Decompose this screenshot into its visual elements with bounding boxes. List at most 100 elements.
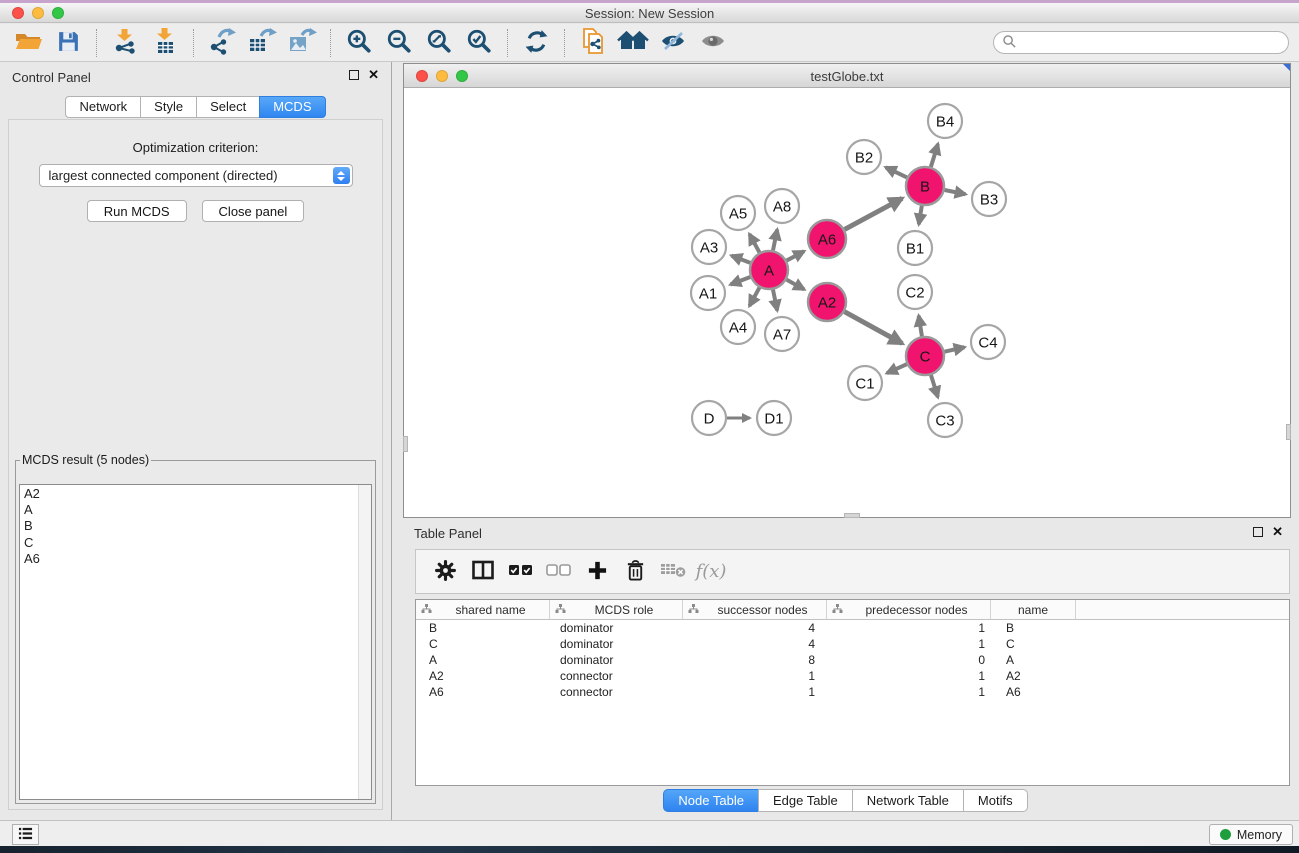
table-cell[interactable]: connector xyxy=(550,685,683,699)
graph-edge-B-B2[interactable] xyxy=(886,167,907,177)
graph-edge-A-A2[interactable] xyxy=(787,280,805,290)
table-row[interactable]: A6connector11A6 xyxy=(416,684,1289,700)
select-all-button[interactable] xyxy=(502,555,540,589)
graph-edge-A-A1[interactable] xyxy=(730,277,750,284)
scrollbar-track[interactable] xyxy=(358,485,371,799)
mcds-result-item[interactable]: A xyxy=(24,502,371,518)
table-cell[interactable]: 0 xyxy=(827,653,991,667)
table-row[interactable]: Bdominator41B xyxy=(416,620,1289,636)
mcds-result-item[interactable]: B xyxy=(24,518,371,534)
zoom-fit-button[interactable] xyxy=(419,27,459,59)
network-canvas[interactable]: AA6A2BCA5A8A3A1A4A7B2B4B3B1C2C4C1C3DD1 xyxy=(404,89,1290,517)
graph-edge-B-B3[interactable] xyxy=(945,190,966,194)
refresh-button[interactable] xyxy=(516,27,556,59)
import-network-button[interactable] xyxy=(105,27,145,59)
memory-button[interactable]: Memory xyxy=(1209,824,1293,845)
network-view-window[interactable]: testGlobe.txt AA6A2BCA5A8A3A1A4A7B2B4B3B… xyxy=(403,63,1291,518)
graph-edge-C-C2[interactable] xyxy=(919,316,922,337)
table-cell[interactable]: 4 xyxy=(683,621,827,635)
graph-edge-B-B4[interactable] xyxy=(931,144,938,167)
mcds-result-item[interactable]: A2 xyxy=(24,486,371,502)
table-cell[interactable]: A xyxy=(416,653,550,667)
graph-edge-C-C1[interactable] xyxy=(887,364,907,373)
table-cell[interactable]: 1 xyxy=(683,669,827,683)
table-cell[interactable]: C xyxy=(416,637,550,651)
table-cell[interactable]: 1 xyxy=(827,621,991,635)
table-row[interactable]: Adominator80A xyxy=(416,652,1289,668)
criterion-select[interactable]: largest connected component (directed) xyxy=(39,164,353,187)
table-cell[interactable]: A2 xyxy=(991,669,1076,683)
table-row[interactable]: A2connector11A2 xyxy=(416,668,1289,684)
table-cell[interactable]: A xyxy=(991,653,1076,667)
clone-network-button[interactable] xyxy=(573,27,613,59)
tab-network[interactable]: Network xyxy=(65,96,141,118)
table-cell[interactable]: 1 xyxy=(827,637,991,651)
close-panel-icon[interactable]: ✕ xyxy=(1272,527,1283,537)
graph-edge-A-A4[interactable] xyxy=(749,288,759,306)
tab-select[interactable]: Select xyxy=(196,96,260,118)
float-panel-icon[interactable] xyxy=(349,70,359,80)
delete-entry-button[interactable] xyxy=(616,555,654,589)
export-network-button[interactable] xyxy=(202,27,242,59)
zoom-out-button[interactable] xyxy=(379,27,419,59)
table-cell[interactable]: dominator xyxy=(550,637,683,651)
add-entry-button[interactable] xyxy=(578,555,616,589)
graph-edge-B-B1[interactable] xyxy=(919,206,922,225)
close-panel-icon[interactable]: ✕ xyxy=(368,70,379,80)
table-cell[interactable]: A2 xyxy=(416,669,550,683)
show-all-button[interactable] xyxy=(693,27,733,59)
graph-edge-A-A7[interactable] xyxy=(773,290,777,311)
clear-table-button[interactable] xyxy=(654,555,692,589)
table-row[interactable]: Cdominator41C xyxy=(416,636,1289,652)
graph-edge-A6-B[interactable] xyxy=(845,198,903,229)
column-header[interactable]: MCDS role xyxy=(550,600,683,619)
splitter-grip[interactable] xyxy=(403,436,408,452)
network-window-titlebar[interactable]: testGlobe.txt xyxy=(404,64,1290,88)
tab-node-table[interactable]: Node Table xyxy=(663,789,759,812)
table-cell[interactable]: dominator xyxy=(550,621,683,635)
app-titlebar[interactable]: Session: New Session xyxy=(0,3,1299,23)
task-history-button[interactable] xyxy=(12,824,39,845)
tab-motifs[interactable]: Motifs xyxy=(963,789,1028,812)
table-cell[interactable]: 1 xyxy=(827,685,991,699)
table-settings-button[interactable] xyxy=(426,555,464,589)
column-header[interactable]: predecessor nodes xyxy=(827,600,991,619)
table-cell[interactable]: A6 xyxy=(991,685,1076,699)
run-mcds-button[interactable]: Run MCDS xyxy=(87,200,187,222)
deselect-all-button[interactable] xyxy=(540,555,578,589)
table-cell[interactable]: dominator xyxy=(550,653,683,667)
export-image-button[interactable] xyxy=(282,27,322,59)
graph-edge-A2-C[interactable] xyxy=(845,312,903,344)
float-panel-icon[interactable] xyxy=(1253,527,1263,537)
table-cell[interactable]: 8 xyxy=(683,653,827,667)
splitter-grip[interactable] xyxy=(1286,424,1291,440)
graph-edge-C-C3[interactable] xyxy=(931,375,938,397)
column-header[interactable]: successor nodes xyxy=(683,600,827,619)
graph-edge-A-A6[interactable] xyxy=(787,251,804,260)
table-cell[interactable]: C xyxy=(991,637,1076,651)
table-cell[interactable]: connector xyxy=(550,669,683,683)
table-cell[interactable]: 1 xyxy=(827,669,991,683)
search-input[interactable] xyxy=(993,31,1289,54)
zoom-selected-button[interactable] xyxy=(459,27,499,59)
import-table-button[interactable] xyxy=(145,27,185,59)
table-cell[interactable]: 4 xyxy=(683,637,827,651)
tab-edge-table[interactable]: Edge Table xyxy=(758,789,853,812)
open-session-button[interactable] xyxy=(8,27,48,59)
tab-mcds[interactable]: MCDS xyxy=(259,96,325,118)
table-cell[interactable]: B xyxy=(991,621,1076,635)
tab-network-table[interactable]: Network Table xyxy=(852,789,964,812)
table-cell[interactable]: 1 xyxy=(683,685,827,699)
table-cell[interactable]: A6 xyxy=(416,685,550,699)
save-session-button[interactable] xyxy=(48,27,88,59)
hide-selected-button[interactable] xyxy=(653,27,693,59)
column-header[interactable]: shared name xyxy=(416,600,550,619)
graph-edge-A-A8[interactable] xyxy=(773,230,777,251)
mcds-result-item[interactable]: C xyxy=(24,535,371,551)
close-panel-button[interactable]: Close panel xyxy=(202,200,305,222)
graph-edge-A-A3[interactable] xyxy=(731,256,750,263)
mcds-result-item[interactable]: A6 xyxy=(24,551,371,567)
mcds-result-list[interactable]: A2ABCA6 xyxy=(19,484,372,800)
column-header[interactable]: name xyxy=(991,600,1076,619)
export-table-button[interactable] xyxy=(242,27,282,59)
